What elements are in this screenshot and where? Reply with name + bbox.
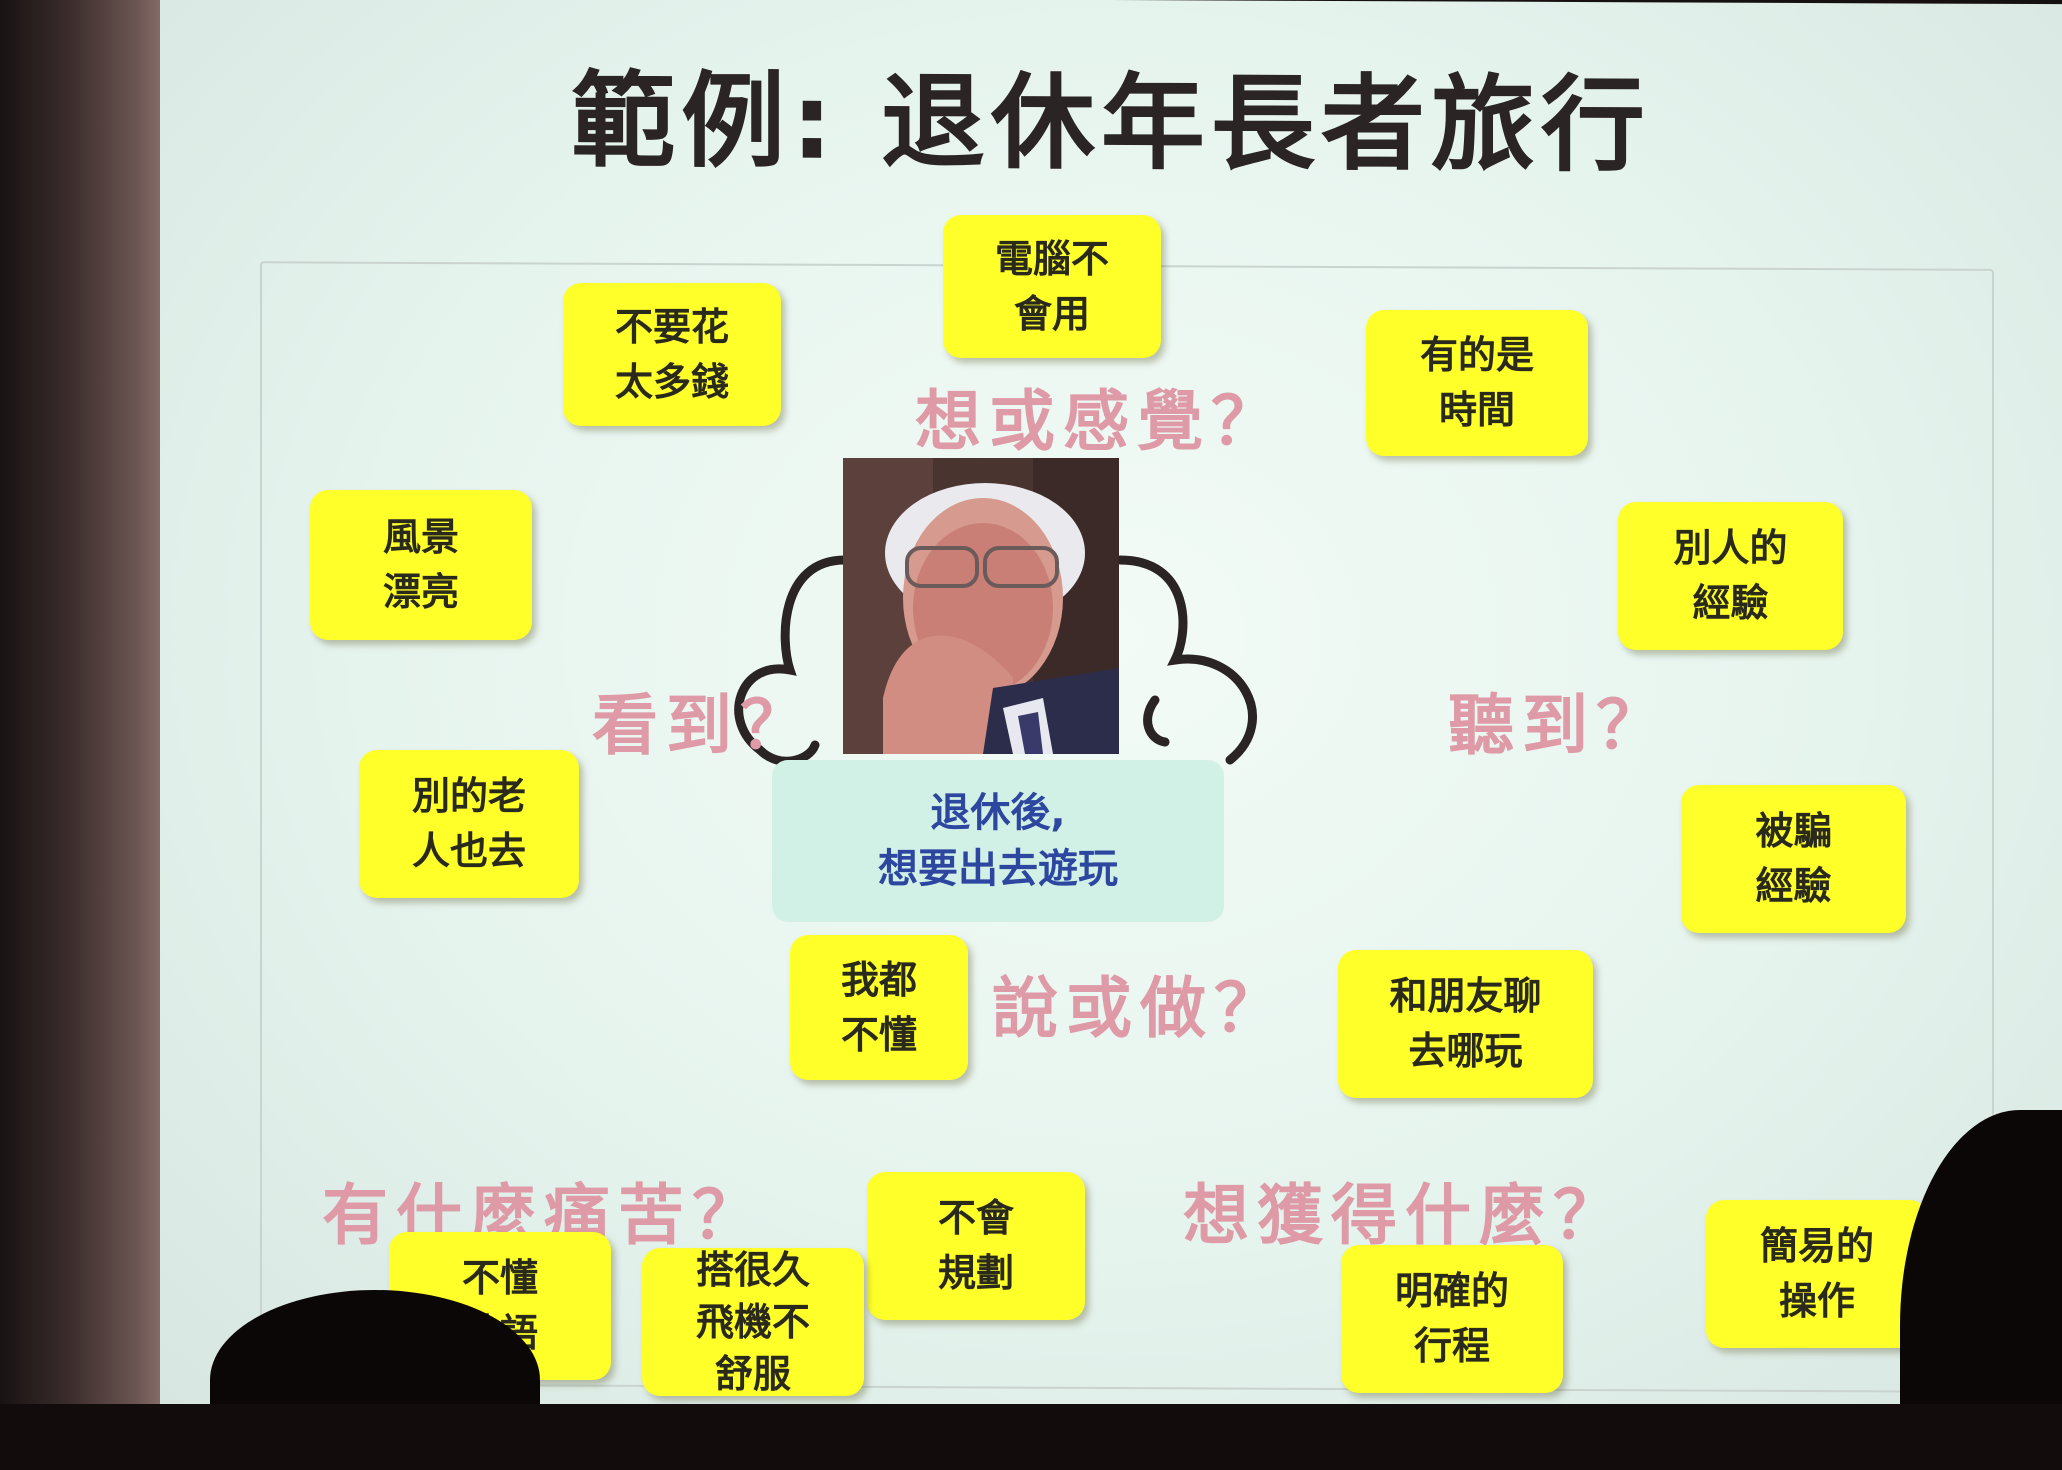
question-say-do: 說或做？ (992, 970, 1288, 1047)
question-hear: 聽到？ (1448, 687, 1670, 764)
slide-title: 範例: 退休年長者旅行 (571, 59, 1651, 187)
note-scammed: 被騙 經驗 (1681, 785, 1906, 933)
note-time: 有的是 時間 (1366, 310, 1588, 456)
note-easy-operation: 簡易的 操作 (1706, 1200, 1928, 1348)
projection-scene: 範例: 退休年長者旅行 退休後, 想要出去遊玩 想或感覺？ 看到？ 聽到？ 說或… (0, 0, 2062, 1470)
elderly-man-photo (843, 458, 1119, 754)
screen-bottom-edge (0, 1404, 2062, 1470)
note-others-experience: 別人的 經驗 (1618, 502, 1843, 650)
note-long-flight: 搭很久 飛機不 舒服 (642, 1248, 864, 1396)
note-money: 不要花 太多錢 (563, 283, 781, 426)
question-gain: 想獲得什麼？ (1183, 1177, 1627, 1254)
room-wall (0, 0, 170, 1470)
note-dont-understand: 我都 不懂 (790, 935, 968, 1080)
note-other-elders: 別的老 人也去 (359, 750, 579, 898)
note-scenery: 風景 漂亮 (310, 490, 532, 640)
question-think-feel: 想或感覺？ (915, 383, 1285, 460)
note-chat-friends: 和朋友聊 去哪玩 (1338, 950, 1593, 1098)
central-goal-box: 退休後, 想要出去遊玩 (772, 760, 1224, 922)
note-itinerary: 明確的 行程 (1341, 1245, 1563, 1393)
note-computer: 電腦不 會用 (943, 215, 1161, 358)
question-see: 看到？ (592, 687, 814, 764)
note-planning: 不會 規劃 (867, 1172, 1085, 1320)
